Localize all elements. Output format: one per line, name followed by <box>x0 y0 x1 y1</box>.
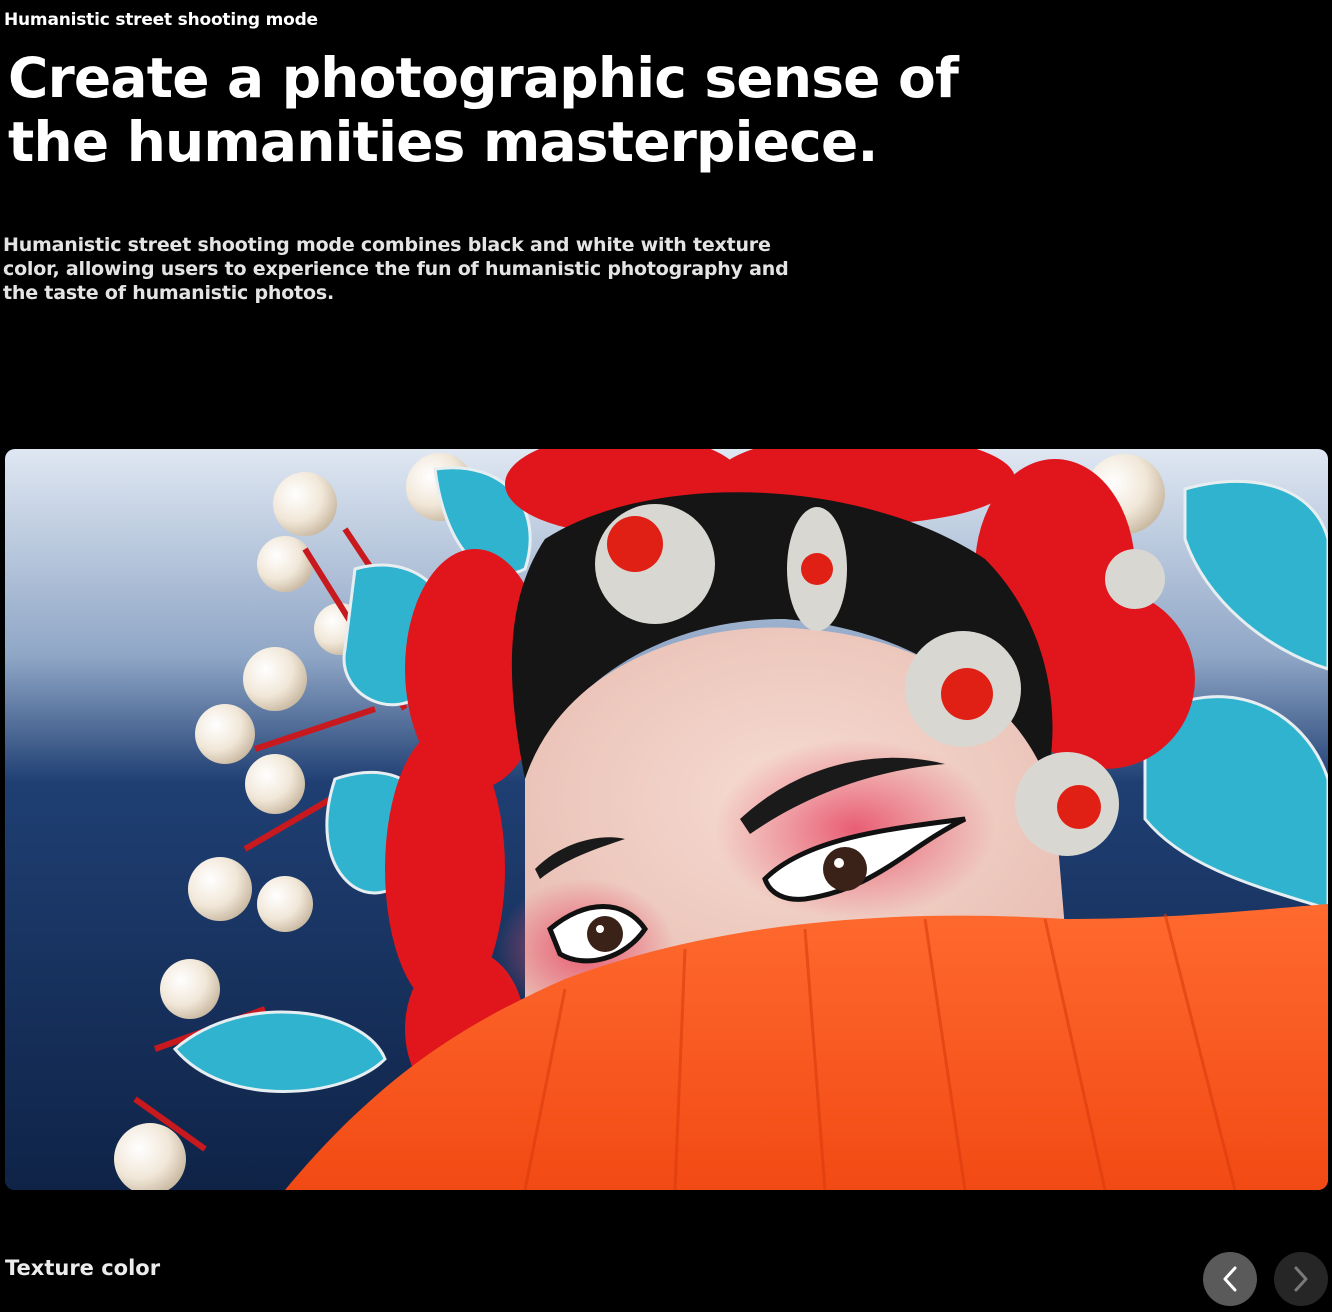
previous-button[interactable] <box>1203 1252 1257 1306</box>
page-headline: Create a photographic sense of the human… <box>8 46 959 174</box>
opera-performer-image <box>5 449 1328 1190</box>
section-eyebrow: Humanistic street shooting mode <box>4 10 318 30</box>
gallery-caption: Texture color <box>5 1256 161 1280</box>
section-description: Humanistic street shooting mode combines… <box>3 234 789 304</box>
next-button[interactable] <box>1274 1252 1328 1306</box>
chevron-right-icon <box>1290 1265 1312 1293</box>
chevron-left-icon <box>1219 1265 1241 1293</box>
gallery-photo <box>5 449 1328 1190</box>
